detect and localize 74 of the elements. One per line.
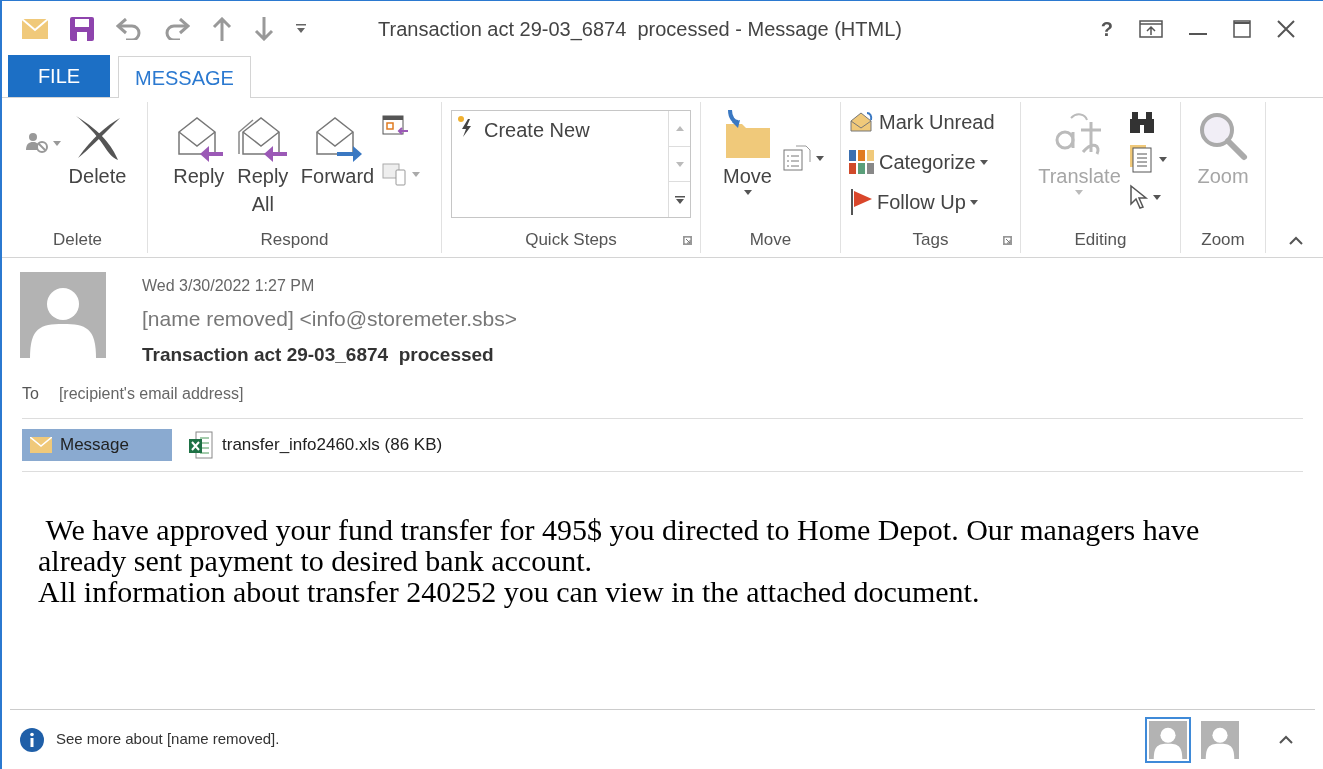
- phone-calendar-icon: [382, 162, 409, 186]
- avatar-icon: [20, 272, 106, 358]
- envelope-open-icon: [849, 111, 875, 133]
- window-title: Transaction act 29-03_6874 processed - Message (HTML): [378, 16, 902, 43]
- group-label: Tags: [912, 229, 949, 252]
- caret-icon: [815, 155, 824, 161]
- file-tab[interactable]: FILE: [8, 55, 110, 97]
- body-paragraph: All information about transfer 240252 you can view in the attached document.: [38, 576, 981, 607]
- ribbon-display-icon[interactable]: [1139, 19, 1163, 38]
- info-icon: [20, 727, 44, 752]
- subject: Transaction act 29-03_6874 processed: [142, 343, 495, 367]
- ribbon-button[interactable]: Forward: [296, 102, 379, 190]
- dialog-launcher-icon[interactable]: [683, 236, 692, 245]
- help-button[interactable]: ?: [1100, 13, 1113, 44]
- ribbon-button[interactable]: Delete: [64, 102, 131, 190]
- sender: [name removed] <info@storemeter.sbs>: [142, 306, 517, 332]
- envelope-icon: [22, 18, 48, 39]
- ribbon-tab[interactable]: MESSAGE: [118, 56, 251, 98]
- people-pane-text: See more about [name removed].: [56, 729, 280, 750]
- redo-icon[interactable]: [164, 17, 190, 40]
- save-icon[interactable]: [70, 16, 94, 41]
- down-arrow-icon[interactable]: [254, 16, 274, 41]
- person-block-icon: [24, 132, 49, 154]
- magnifier-icon: [1197, 110, 1249, 162]
- group-label: Move: [749, 229, 792, 252]
- ribbon-button[interactable]: Reply: [168, 102, 229, 190]
- envelope-icon: [30, 437, 52, 453]
- dialog-launcher-icon[interactable]: [1003, 236, 1012, 245]
- envelope-left-arrow-icon: [236, 114, 289, 162]
- caret-icon: [1152, 194, 1161, 200]
- collapse-ribbon-icon[interactable]: [1289, 236, 1303, 245]
- close-icon[interactable]: [1277, 19, 1295, 38]
- recipient: [recipient's email address]: [58, 384, 244, 404]
- binoculars-icon[interactable]: [1128, 110, 1155, 134]
- cursor-icon[interactable]: [1128, 184, 1149, 210]
- ribbon-button[interactable]: Reply All: [232, 102, 293, 218]
- group-label: Respond: [260, 229, 329, 252]
- ribbon-button[interactable]: Follow Up: [849, 182, 1012, 222]
- group-label: Delete: [52, 229, 103, 252]
- customize-menu-icon[interactable]: [296, 24, 306, 33]
- sent-date: Wed 3/30/2022 1:27 PM: [142, 276, 316, 296]
- undo-icon[interactable]: [116, 17, 142, 40]
- caret-icon: [412, 171, 421, 177]
- up-arrow-icon: [675, 125, 684, 131]
- gallery-scrollbar[interactable]: [668, 111, 690, 217]
- flag-icon: [849, 189, 873, 215]
- caret-icon: [979, 159, 988, 165]
- ribbon-button[interactable]: Categorize: [849, 142, 1012, 182]
- spreadsheet-icon: [188, 431, 214, 459]
- contact-avatar[interactable]: [1145, 716, 1191, 763]
- expand-icon[interactable]: [1279, 735, 1293, 744]
- caret-icon: [52, 140, 61, 146]
- quick-step-item[interactable]: Create New: [452, 111, 668, 145]
- up-arrow-icon[interactable]: [212, 16, 232, 41]
- down-arrow-icon: [675, 161, 684, 167]
- rules-icon: [781, 144, 812, 172]
- caret-icon: [1158, 156, 1167, 162]
- group-label: Zoom: [1201, 229, 1245, 252]
- group-label: Quick Steps: [525, 229, 617, 252]
- attachment[interactable]: transfer_info2460.xls (86 KB): [180, 429, 451, 461]
- to-label: To: [22, 384, 39, 404]
- maximize-icon[interactable]: [1233, 19, 1251, 38]
- more-icon: [674, 195, 685, 204]
- body-paragraph: We have approved your fund transfer for 495$ you directed to Home Depot. Our managers have already sent payment to desired bank account.: [38, 514, 1201, 576]
- ribbon-button[interactable]: Mark Unread: [849, 102, 1012, 142]
- caret-icon: [969, 199, 978, 205]
- document-icon[interactable]: [1128, 144, 1155, 174]
- group-label: Editing: [1074, 229, 1127, 252]
- caret-icon: [1075, 190, 1084, 195]
- message-tab[interactable]: Message: [22, 429, 172, 461]
- color-grid-icon: [849, 150, 875, 174]
- ribbon-button[interactable]: Move: [717, 102, 778, 195]
- caret-icon: [743, 190, 752, 195]
- calendar-icon: [382, 114, 409, 138]
